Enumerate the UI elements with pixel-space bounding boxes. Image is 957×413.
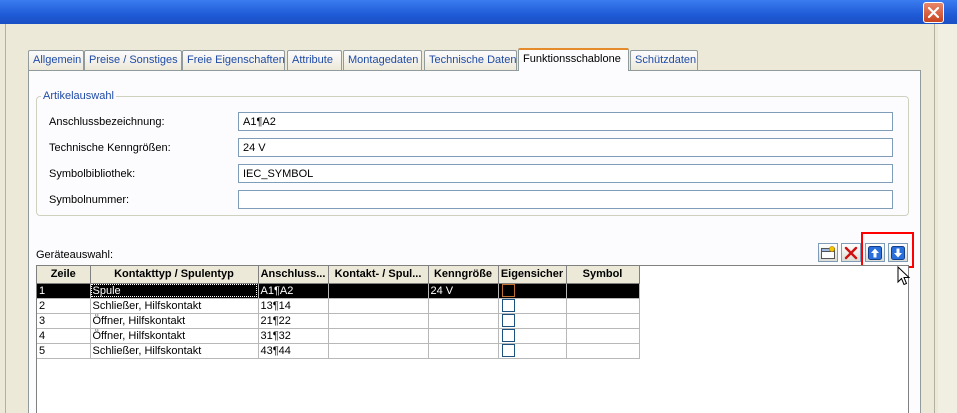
cell-eigensicher[interactable] (498, 283, 567, 299)
column-header-anschluss[interactable]: Anschluss... (258, 266, 329, 284)
cell-symbol[interactable] (566, 298, 640, 314)
cell-kontakttyp[interactable]: Spule (90, 283, 259, 299)
device-table: Zeile Kontakttyp / Spulentyp Anschluss..… (37, 266, 640, 359)
column-header-symbol[interactable]: Symbol (566, 266, 640, 284)
cell-eigensicher[interactable] (498, 343, 567, 359)
eigensicher-checkbox[interactable] (501, 284, 515, 297)
title-bar (0, 0, 957, 24)
tab-preise-sonstiges[interactable]: Preise / Sonstiges (84, 50, 182, 70)
tab-freie-eigenschaften[interactable]: Freie Eigenschaften (182, 50, 285, 70)
table-header-row: Zeile Kontakttyp / Spulentyp Anschluss..… (37, 266, 640, 284)
column-header-kontakttyp[interactable]: Kontakttyp / Spulentyp (90, 266, 259, 284)
cell-zeile[interactable]: 5 (37, 343, 91, 359)
cell-anschluss[interactable]: 31¶32 (258, 328, 329, 344)
cell-zeile[interactable]: 2 (37, 298, 91, 314)
new-row-icon (821, 245, 835, 259)
table-row[interactable]: 3 Öffner, Hilfskontakt 21¶22 (37, 313, 640, 329)
eigensicher-checkbox[interactable] (501, 344, 515, 357)
tab-montagedaten[interactable]: Montagedaten (343, 50, 422, 70)
cell-eigensicher[interactable] (498, 328, 567, 344)
cell-anschluss[interactable]: 21¶22 (258, 313, 329, 329)
cell-kontakt-spule[interactable] (328, 283, 429, 299)
window-left-border (0, 24, 6, 413)
close-icon (927, 6, 940, 19)
cell-kenngroesse[interactable] (428, 313, 499, 329)
anschlussbezeichnung-input[interactable] (238, 112, 893, 131)
cell-zeile[interactable]: 3 (37, 313, 91, 329)
tab-attribute[interactable]: Attribute (287, 50, 342, 70)
anschlussbezeichnung-label: Anschlussbezeichnung: (49, 116, 165, 128)
column-header-kenngroesse[interactable]: Kenngröße (428, 266, 499, 284)
cell-symbol[interactable] (566, 283, 640, 299)
cell-zeile[interactable]: 1 (37, 283, 91, 299)
delete-icon (844, 246, 858, 259)
cell-eigensicher[interactable] (498, 313, 567, 329)
cell-symbol[interactable] (566, 343, 640, 359)
table-row[interactable]: 5 Schließer, Hilfskontakt 43¶44 (37, 343, 640, 359)
symbolbibliothek-input[interactable] (238, 164, 893, 183)
table-row[interactable]: 2 Schließer, Hilfskontakt 13¶14 (37, 298, 640, 314)
cell-anschluss[interactable]: A1¶A2 (258, 283, 329, 299)
technische-kenngroessen-input[interactable] (238, 138, 893, 157)
geraeteauswahl-grid[interactable]: Zeile Kontakttyp / Spulentyp Anschluss..… (36, 265, 909, 413)
geraeteauswahl-label: Geräteauswahl: (36, 249, 114, 261)
cell-kenngroesse[interactable] (428, 343, 499, 359)
cell-kenngroesse[interactable] (428, 328, 499, 344)
cell-anschluss[interactable]: 43¶44 (258, 343, 329, 359)
right-scroll-area (938, 24, 957, 413)
eigensicher-checkbox[interactable] (501, 299, 515, 312)
cell-zeile[interactable]: 4 (37, 328, 91, 344)
cell-kontakttyp[interactable]: Öffner, Hilfskontakt (90, 328, 259, 344)
cell-kontakt-spule[interactable] (328, 313, 429, 329)
symbolnummer-input[interactable] (238, 190, 893, 209)
cell-kontakt-spule[interactable] (328, 343, 429, 359)
delete-row-button[interactable] (841, 243, 861, 262)
close-button[interactable] (923, 2, 944, 23)
tab-schuetzdaten[interactable]: Schützdaten (630, 50, 698, 70)
mouse-cursor-icon (897, 266, 911, 286)
new-row-button[interactable] (818, 243, 838, 262)
cell-anschluss[interactable]: 13¶14 (258, 298, 329, 314)
cell-kenngroesse[interactable] (428, 298, 499, 314)
highlight-annotation (861, 232, 914, 268)
column-header-eigensicher[interactable]: Eigensicher (498, 266, 567, 284)
tab-funktionsschablone[interactable]: Funktionsschablone (518, 48, 629, 71)
tab-allgemein[interactable]: Allgemein (28, 50, 84, 70)
cell-kenngroesse[interactable]: 24 V (428, 283, 499, 299)
cell-kontakttyp[interactable]: Schließer, Hilfskontakt (90, 343, 259, 359)
cell-symbol[interactable] (566, 328, 640, 344)
eigensicher-checkbox[interactable] (501, 329, 515, 342)
column-header-zeile[interactable]: Zeile (37, 266, 91, 284)
column-header-kontakt-spule[interactable]: Kontakt- / Spul... (328, 266, 429, 284)
eigensicher-checkbox[interactable] (501, 314, 515, 327)
tab-technische-daten[interactable]: Technische Daten (424, 50, 517, 70)
cell-symbol[interactable] (566, 313, 640, 329)
technische-kenngroessen-label: Technische Kenngrößen: (49, 142, 171, 154)
table-row[interactable]: 4 Öffner, Hilfskontakt 31¶32 (37, 328, 640, 344)
table-row[interactable]: 1 Spule A1¶A2 24 V (37, 283, 640, 299)
cell-kontakt-spule[interactable] (328, 298, 429, 314)
cell-kontakt-spule[interactable] (328, 328, 429, 344)
cell-kontakttyp[interactable]: Schließer, Hilfskontakt (90, 298, 259, 314)
cell-eigensicher[interactable] (498, 298, 567, 314)
symbolnummer-label: Symbolnummer: (49, 194, 130, 206)
artikelauswahl-legend: Artikelauswahl (41, 90, 116, 103)
symbolbibliothek-label: Symbolbibliothek: (49, 168, 136, 180)
cell-kontakttyp[interactable]: Öffner, Hilfskontakt (90, 313, 259, 329)
